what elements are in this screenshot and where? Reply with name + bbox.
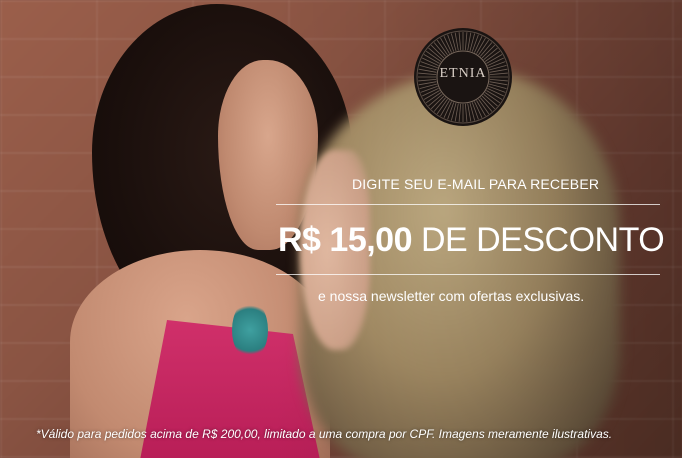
promo-headline: R$ 15,00 DE DESCONTO — [278, 218, 665, 262]
divider-top — [276, 204, 660, 205]
logo-text: ETNIA — [439, 66, 487, 81]
divider-bottom — [276, 274, 660, 275]
discount-amount: R$ 15,00 — [278, 221, 413, 259]
promo-intro: DIGITE SEU E-MAIL PARA RECEBER — [352, 176, 600, 192]
discount-label: DE DESCONTO — [412, 221, 665, 259]
disclaimer-text: *Válido para pedidos acima de R$ 200,00,… — [36, 427, 613, 441]
newsletter-popup: ETNIA DIGITE SEU E-MAIL PARA RECEBER R$ … — [0, 0, 682, 458]
etnia-logo: ETNIA — [414, 28, 512, 126]
promo-subtext: e nossa newsletter com ofertas exclusiva… — [318, 288, 585, 304]
